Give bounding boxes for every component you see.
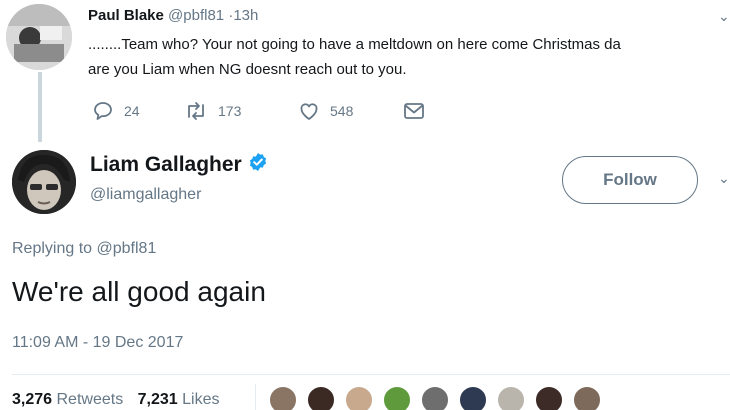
tweet-timestamp[interactable]: 11:09 AM - 19 Dec 2017 [12, 334, 183, 352]
liker-avatar[interactable] [496, 385, 526, 410]
liker-avatar[interactable] [534, 385, 564, 410]
replying-to-handle[interactable]: @pbfl81 [97, 240, 157, 257]
parent-author-name[interactable]: Paul Blake [88, 7, 164, 24]
tweet-options-chevron-icon[interactable]: ⌄ [718, 170, 730, 187]
retweet-button[interactable]: 173 [184, 98, 241, 124]
liker-avatar[interactable] [458, 385, 488, 410]
message-icon [402, 100, 426, 122]
retweet-icon [184, 100, 208, 122]
replying-to-label: Replying to [12, 240, 97, 257]
parent-tweet-header: Paul Blake @pbfl81 ·13h [88, 7, 258, 24]
reply-icon [92, 100, 114, 122]
follow-button[interactable]: Follow [562, 156, 698, 204]
direct-message-button[interactable] [402, 98, 426, 124]
stats-divider [12, 374, 730, 375]
liker-avatar[interactable] [572, 385, 602, 410]
likes-stat[interactable]: 7,231 Likes [138, 391, 230, 408]
parent-tweet-time[interactable]: ·13h [228, 7, 258, 24]
parent-author-handle[interactable]: @pbfl81 [168, 7, 224, 24]
verified-badge-icon [248, 152, 268, 177]
heart-icon [298, 100, 320, 122]
liker-avatar[interactable] [306, 385, 336, 410]
liker-avatar[interactable] [268, 385, 298, 410]
author-name-row: Liam Gallagher [90, 152, 268, 177]
liker-avatar[interactable] [344, 385, 374, 410]
tweet-text: We're all good again [12, 276, 266, 307]
parent-tweet-line-2: are you Liam when NG doesnt reach out to… [88, 61, 407, 78]
parent-tweet-text: ........Team who? Your not going to have… [88, 32, 730, 82]
thread-line [38, 72, 42, 142]
parent-tweet-line-1: ........Team who? Your not going to have… [88, 36, 621, 53]
stats-separator [255, 384, 256, 410]
likes-label: Likes [182, 391, 220, 408]
retweet-count: 173 [218, 103, 242, 119]
parent-avatar[interactable] [6, 4, 72, 70]
retweets-count: 3,276 [12, 391, 53, 408]
like-count: 548 [330, 103, 354, 119]
author-name[interactable]: Liam Gallagher [90, 153, 242, 177]
tweet-stats: 3,276 Retweets 7,231 Likes [12, 391, 230, 409]
like-button[interactable]: 548 [298, 98, 353, 124]
reply-count: 24 [124, 103, 140, 119]
likes-count: 7,231 [137, 391, 178, 408]
replying-to: Replying to @pbfl81 [12, 240, 156, 258]
author-handle[interactable]: @liamgallagher [90, 186, 201, 204]
retweets-label: Retweets [56, 391, 124, 408]
retweets-stat[interactable]: 3,276 Retweets [12, 391, 138, 408]
reply-button[interactable]: 24 [92, 98, 140, 124]
author-avatar[interactable] [12, 150, 76, 214]
chevron-down-icon[interactable]: ⌄ [718, 8, 730, 25]
liker-avatar[interactable] [382, 385, 412, 410]
liker-avatar[interactable] [420, 385, 450, 410]
